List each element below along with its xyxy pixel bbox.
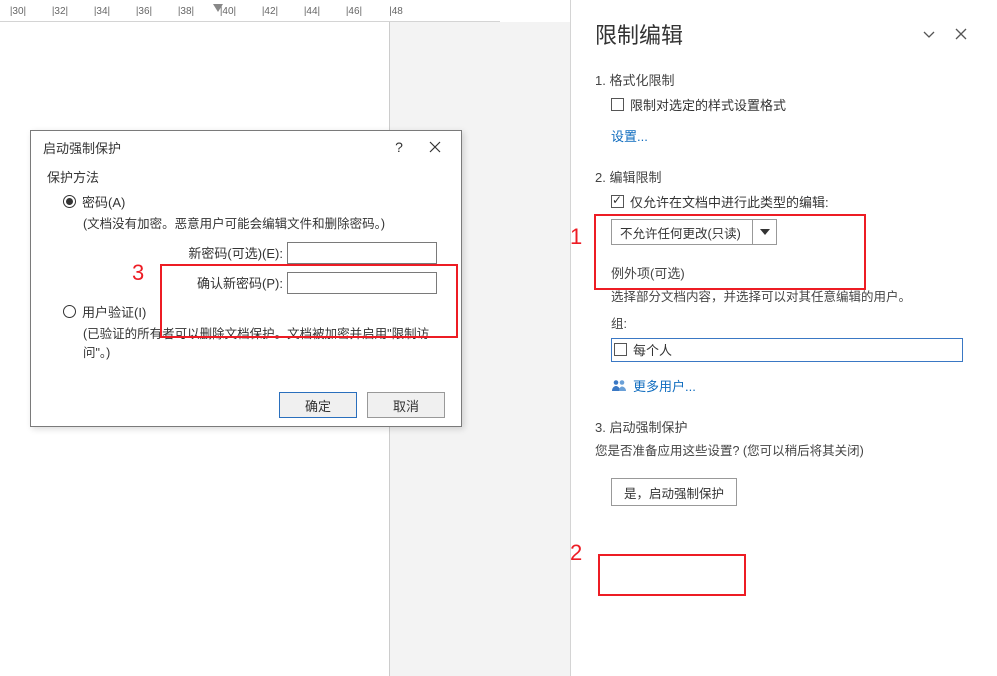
radio-userauth-row[interactable]: 用户验证(I) [63, 302, 445, 321]
groups-label: 组: [611, 315, 961, 334]
more-users-label: 更多用户... [633, 376, 696, 395]
radio-userauth[interactable] [63, 305, 76, 318]
editing-restrict-row[interactable]: 仅允许在文档中进行此类型的编辑: [611, 192, 977, 211]
panel-header: 限制编辑 [595, 10, 977, 58]
ruler-tick: |46| [346, 6, 362, 17]
radio-password-label: 密码(A) [82, 192, 125, 211]
ruler: |30| |32| |34| |36| |38| |40| |42| |44| … [0, 0, 500, 22]
ok-button-label: 确定 [305, 396, 331, 415]
protection-method-label: 保护方法 [47, 167, 445, 186]
start-enforcement-button[interactable]: 是，启动强制保护 [611, 478, 737, 506]
more-users-link[interactable]: 更多用户... [611, 376, 977, 395]
ruler-tick: |36| [136, 6, 152, 17]
dialog-title: 启动强制保护 [43, 138, 381, 157]
annotation-number-3: 3 [132, 260, 144, 286]
dialog-close-button[interactable] [417, 133, 453, 161]
close-icon [429, 141, 441, 153]
start-enforcement-dialog: 启动强制保护 ? 保护方法 密码(A) (文档没有加密。恶意用户可能会编辑文件和… [30, 130, 462, 427]
formatting-restrict-label: 限制对选定的样式设置格式 [630, 95, 786, 114]
exceptions-description: 选择部分文档内容，并选择可以对其任意编辑的用户。 [611, 288, 961, 307]
exceptions-label: 例外项(可选) [611, 263, 977, 282]
group-everyone-label: 每个人 [633, 340, 672, 359]
start-enforcement-label: 是，启动强制保护 [624, 483, 724, 502]
ruler-tick: |44| [304, 6, 320, 17]
panel-title: 限制编辑 [595, 18, 913, 50]
formatting-restrict-row[interactable]: 限制对选定的样式设置格式 [611, 95, 977, 114]
annotation-number-1: 1 [570, 224, 582, 250]
groups-listbox[interactable]: 每个人 [611, 338, 963, 362]
section-1-heading: 1. 格式化限制 [595, 70, 977, 89]
confirm-password-label: 确认新密码(P): [197, 273, 283, 292]
ruler-tick: |30| [10, 6, 26, 17]
confirm-password-input[interactable] [287, 272, 437, 294]
panel-dropdown-button[interactable] [913, 18, 945, 50]
radio-password-row[interactable]: 密码(A) [63, 192, 445, 211]
annotation-number-2: 2 [570, 540, 582, 566]
triangle-down-icon [760, 229, 770, 235]
new-password-row: 新密码(可选)(E): [47, 242, 445, 264]
ruler-ticks: |30| |32| |34| |36| |38| |40| |42| |44| … [0, 0, 500, 21]
dialog-button-row: 确定 取消 [31, 382, 461, 426]
cancel-button-label: 取消 [393, 396, 419, 415]
ruler-tick: |42| [262, 6, 278, 17]
editing-type-value: 不允许任何更改(只读) [612, 223, 752, 242]
new-password-input[interactable] [287, 242, 437, 264]
section-3-description: 您是否准备应用这些设置? (您可以稍后将其关闭) [595, 442, 961, 461]
new-password-label: 新密码(可选)(E): [188, 243, 283, 262]
ruler-tick: |34| [94, 6, 110, 17]
userauth-description: (已验证的所有者可以删除文档保护。文档被加密并启用"限制访问"。) [83, 325, 445, 363]
password-description: (文档没有加密。恶意用户可能会编辑文件和删除密码。) [83, 215, 445, 234]
panel-close-button[interactable] [945, 18, 977, 50]
dialog-body: 保护方法 密码(A) (文档没有加密。恶意用户可能会编辑文件和删除密码。) 新密… [31, 163, 461, 382]
ruler-tick: |32| [52, 6, 68, 17]
dropdown-arrow-button[interactable] [752, 220, 776, 244]
ok-button[interactable]: 确定 [279, 392, 357, 418]
radio-userauth-label: 用户验证(I) [82, 302, 146, 321]
editing-restrict-label: 仅允许在文档中进行此类型的编辑: [630, 192, 829, 211]
editing-type-dropdown[interactable]: 不允许任何更改(只读) [611, 219, 777, 245]
ruler-tick: |38| [178, 6, 194, 17]
restrict-editing-panel: 限制编辑 1. 格式化限制 限制对选定的样式设置格式 设置... 2. 编辑限制… [570, 0, 997, 676]
dialog-titlebar: 启动强制保护 ? [31, 131, 461, 163]
close-icon [954, 27, 968, 41]
ruler-tick: |40| [220, 6, 236, 17]
confirm-password-row: 确认新密码(P): [47, 272, 445, 294]
dialog-help-button[interactable]: ? [381, 133, 417, 161]
editing-restrict-checkbox[interactable] [611, 195, 624, 208]
formatting-restrict-checkbox[interactable] [611, 98, 624, 111]
section-3-heading: 3. 启动强制保护 [595, 417, 977, 436]
chevron-down-icon [921, 26, 937, 42]
formatting-settings-link[interactable]: 设置... [611, 126, 648, 145]
group-everyone-checkbox[interactable] [614, 343, 627, 356]
ruler-tick: |48 [389, 6, 403, 17]
section-2-heading: 2. 编辑限制 [595, 167, 977, 186]
cancel-button[interactable]: 取消 [367, 392, 445, 418]
radio-password[interactable] [63, 195, 76, 208]
people-icon [611, 378, 627, 392]
